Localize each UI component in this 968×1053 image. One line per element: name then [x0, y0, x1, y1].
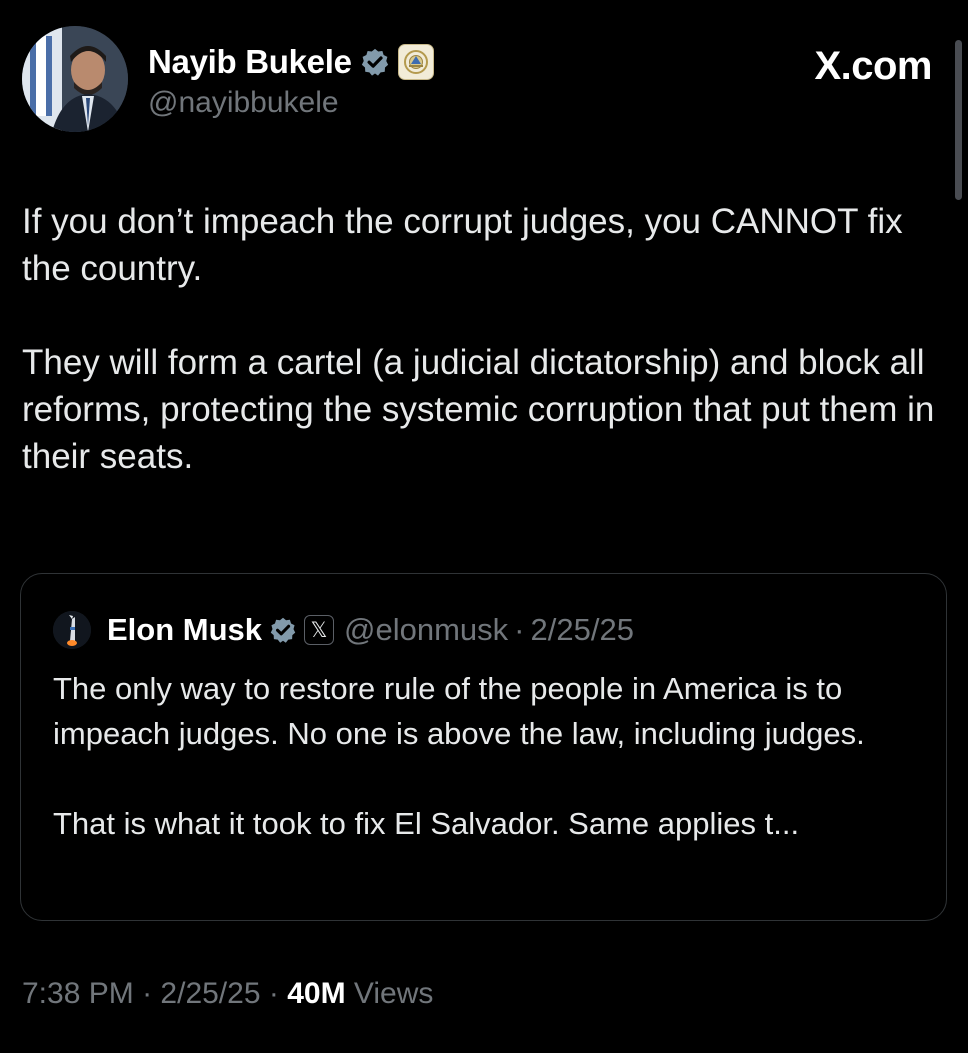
quoted-tweet-date[interactable]: 2/25/25	[531, 612, 634, 648]
quoted-author-handle[interactable]: @elonmusk	[344, 612, 508, 648]
site-logo: X.com	[814, 44, 932, 88]
dot-separator: ·	[514, 612, 525, 647]
verified-badge-icon[interactable]	[360, 47, 390, 77]
views-label: Views	[353, 977, 434, 1010]
author-name-row: Nayib Bukele	[148, 42, 434, 82]
quoted-paragraph: The only way to restore rule of the peop…	[53, 671, 865, 751]
seal-emblem-icon	[403, 50, 428, 74]
tweet-meta: 7:38 PM · 2/25/25 · 40M Views	[22, 977, 433, 1011]
tweet-paragraph: They will form a cartel (a judicial dict…	[22, 343, 935, 476]
views-count[interactable]: 40M	[287, 977, 345, 1010]
tweet-date[interactable]: 2/25/25	[160, 977, 260, 1010]
scrollbar[interactable]	[955, 40, 962, 200]
tweet-time[interactable]: 7:38 PM	[22, 977, 134, 1010]
verified-badge-icon[interactable]	[269, 616, 297, 644]
quoted-author-name[interactable]: Elon Musk	[107, 612, 262, 648]
author-handle[interactable]: @nayibbukele	[148, 86, 339, 120]
quoted-tweet-card[interactable]: Elon Musk 𝕏 @elonmusk · 2/25/25 The only…	[20, 573, 947, 921]
tweet-screenshot: Nayib Bukele @nayibbukele X.com If you d…	[0, 0, 968, 1053]
dot-separator: ·	[142, 977, 153, 1010]
tweet-header: Nayib Bukele @nayibbukele X.com	[22, 26, 942, 136]
quoted-tweet-header: Elon Musk 𝕏 @elonmusk · 2/25/25	[53, 610, 634, 650]
quoted-paragraph: That is what it took to fix El Salvador.…	[53, 806, 800, 841]
avatar-photo-icon	[22, 26, 128, 132]
author-name[interactable]: Nayib Bukele	[148, 43, 352, 81]
x-affiliation-icon[interactable]: 𝕏	[304, 615, 335, 645]
author-avatar[interactable]	[22, 26, 128, 132]
avatar-photo-icon	[53, 611, 91, 649]
quoted-author-avatar[interactable]	[53, 611, 91, 649]
government-seal-icon[interactable]	[397, 44, 434, 80]
tweet-text: If you don’t impeach the corrupt judges,…	[22, 198, 942, 527]
dot-separator: ·	[268, 977, 279, 1010]
tweet-paragraph: If you don’t impeach the corrupt judges,…	[22, 202, 903, 288]
quoted-tweet-text: The only way to restore rule of the peop…	[53, 666, 923, 891]
